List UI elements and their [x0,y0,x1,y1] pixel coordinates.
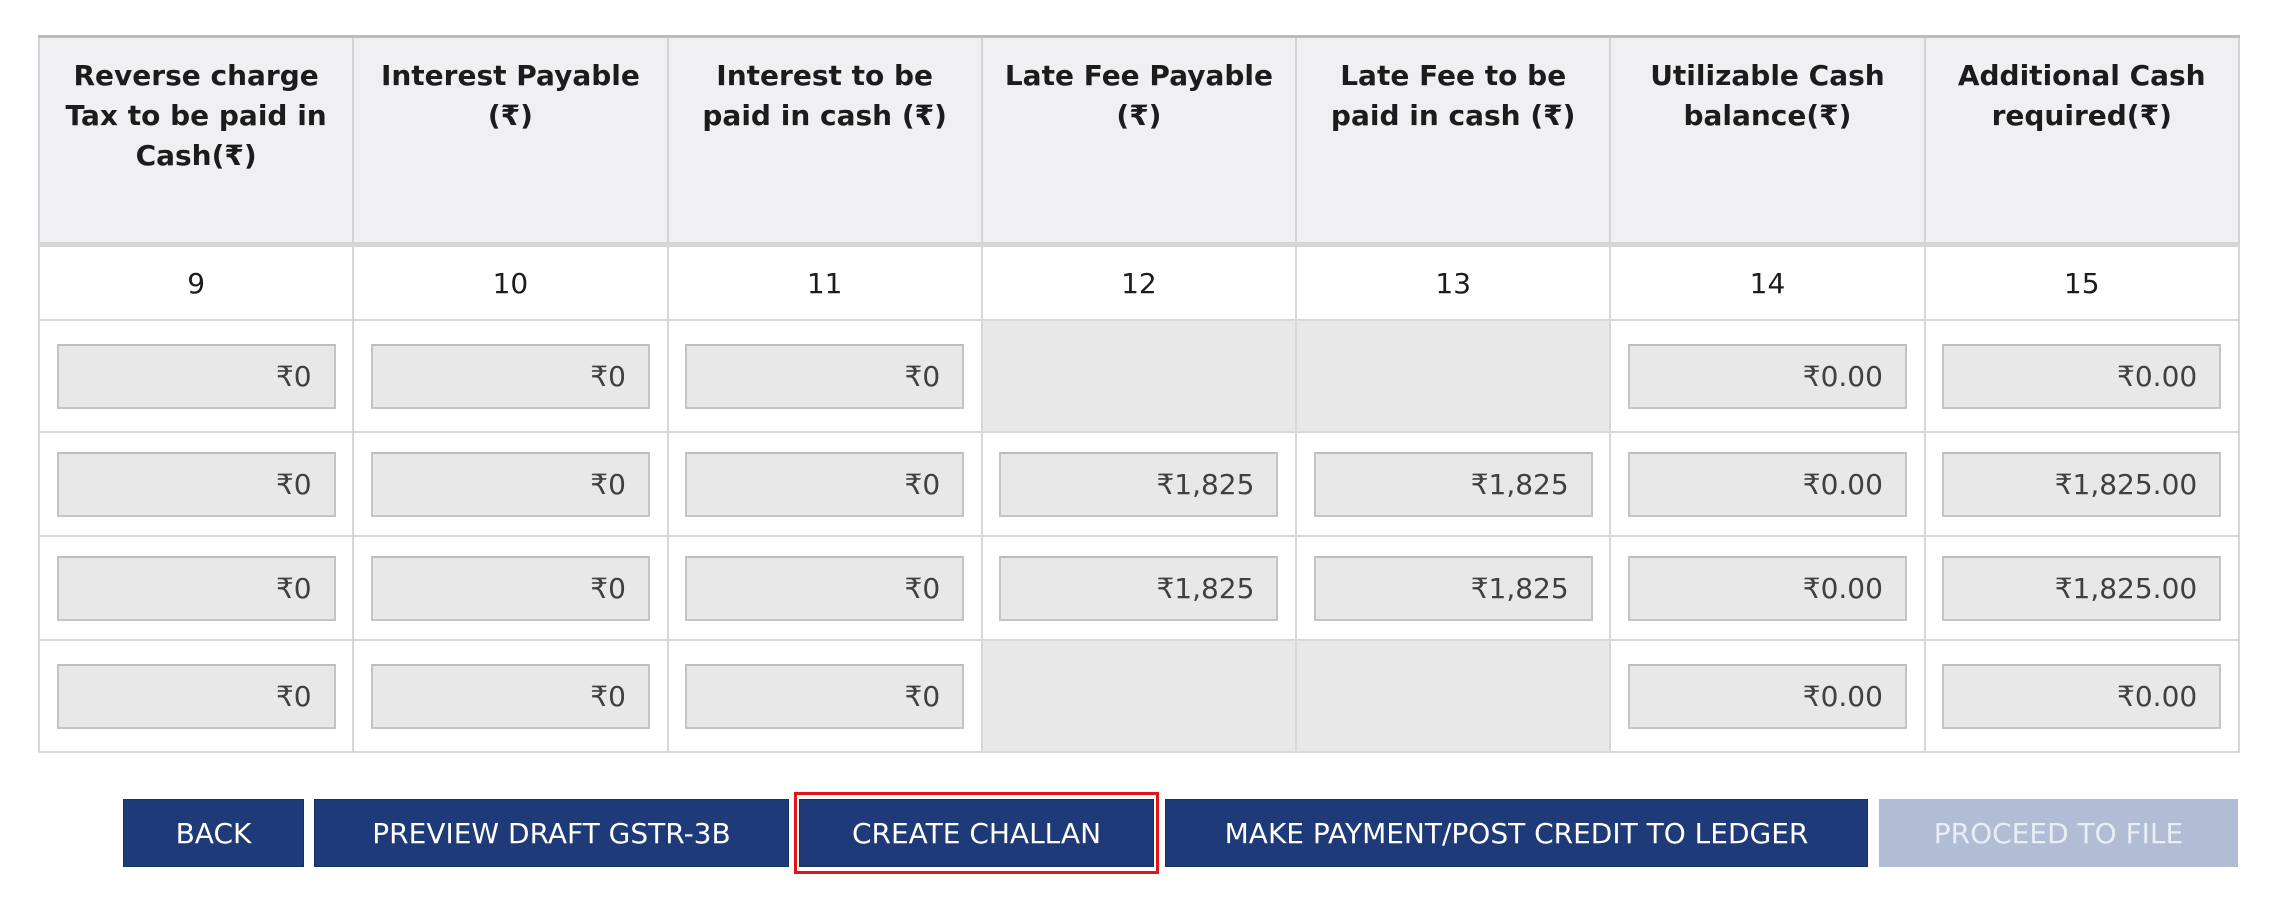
interest-cash-field[interactable]: ₹0 [685,451,965,517]
make-payment-button[interactable]: MAKE PAYMENT/POST CREDIT TO LEDGER [1165,799,1868,867]
column-number: 12 [980,243,1298,321]
header-interest-cash: Interest to be paid in cash (₹) [666,35,983,247]
header-reverse-charge-cash: Reverse charge Tax to be paid in Cash(₹) [37,35,355,247]
table-header-row: Reverse charge Tax to be paid in Cash(₹)… [37,35,2240,247]
interest-payable-field[interactable]: ₹0 [370,451,650,517]
interest-payable-field[interactable]: ₹0 [370,555,650,621]
interest-cash-field[interactable]: ₹0 [685,663,965,729]
preview-draft-button[interactable]: PREVIEW DRAFT GSTR-3B [314,799,789,867]
late-fee-cash-field[interactable]: ₹1,825 [1313,451,1593,517]
utilizable-cash-field[interactable]: ₹0.00 [1627,663,1907,729]
additional-cash-field[interactable]: ₹0.00 [1942,343,2222,409]
table-row: ₹0 ₹0 ₹0 ₹0.00 ₹0.00 [37,319,2240,433]
tax-payment-table: Reverse charge Tax to be paid in Cash(₹)… [37,35,2240,753]
interest-payable-field[interactable]: ₹0 [370,663,650,729]
column-number: 10 [352,243,669,321]
table-row: ₹0 ₹0 ₹0 ₹1,825 ₹1,825 ₹0.00 ₹1,825.00 [37,535,2240,641]
utilizable-cash-field[interactable]: ₹0.00 [1627,451,1907,517]
column-number: 11 [666,243,983,321]
late-fee-cash-empty-cell [1295,639,1612,753]
interest-cash-field[interactable]: ₹0 [685,343,965,409]
late-fee-payable-empty-cell [980,319,1298,433]
header-late-fee-payable: Late Fee Payable (₹) [980,35,1298,247]
column-number: 15 [1923,243,2240,321]
header-additional-cash: Additional Cash required(₹) [1923,35,2240,247]
late-fee-cash-field[interactable]: ₹1,825 [1313,555,1593,621]
reverse-charge-cash-field[interactable]: ₹0 [56,451,336,517]
utilizable-cash-field[interactable]: ₹0.00 [1627,555,1907,621]
column-number-row: 9 10 11 12 13 14 15 [37,243,2240,321]
reverse-charge-cash-field[interactable]: ₹0 [56,663,336,729]
late-fee-payable-field[interactable]: ₹1,825 [999,451,1279,517]
additional-cash-field[interactable]: ₹1,825.00 [1942,555,2222,621]
column-number: 9 [37,243,355,321]
header-utilizable-cash: Utilizable Cash balance(₹) [1609,35,1926,247]
late-fee-cash-empty-cell [1295,319,1612,433]
late-fee-payable-empty-cell [980,639,1298,753]
proceed-to-file-button[interactable]: PROCEED TO FILE [1879,799,2238,867]
column-number: 13 [1295,243,1612,321]
reverse-charge-cash-field[interactable]: ₹0 [56,555,336,621]
late-fee-payable-field[interactable]: ₹1,825 [999,555,1279,621]
table-row: ₹0 ₹0 ₹0 ₹0.00 ₹0.00 [37,639,2240,753]
back-button[interactable]: BACK [123,799,304,867]
additional-cash-field[interactable]: ₹1,825.00 [1942,451,2222,517]
header-interest-payable: Interest Payable (₹) [352,35,669,247]
create-challan-button[interactable]: CREATE CHALLAN [799,799,1154,867]
interest-cash-field[interactable]: ₹0 [685,555,965,621]
table-row: ₹0 ₹0 ₹0 ₹1,825 ₹1,825 ₹0.00 ₹1,825.00 [37,431,2240,537]
header-late-fee-cash: Late Fee to be paid in cash (₹) [1295,35,1612,247]
interest-payable-field[interactable]: ₹0 [370,343,650,409]
reverse-charge-cash-field[interactable]: ₹0 [56,343,336,409]
additional-cash-field[interactable]: ₹0.00 [1942,663,2222,729]
utilizable-cash-field[interactable]: ₹0.00 [1627,343,1907,409]
column-number: 14 [1609,243,1926,321]
